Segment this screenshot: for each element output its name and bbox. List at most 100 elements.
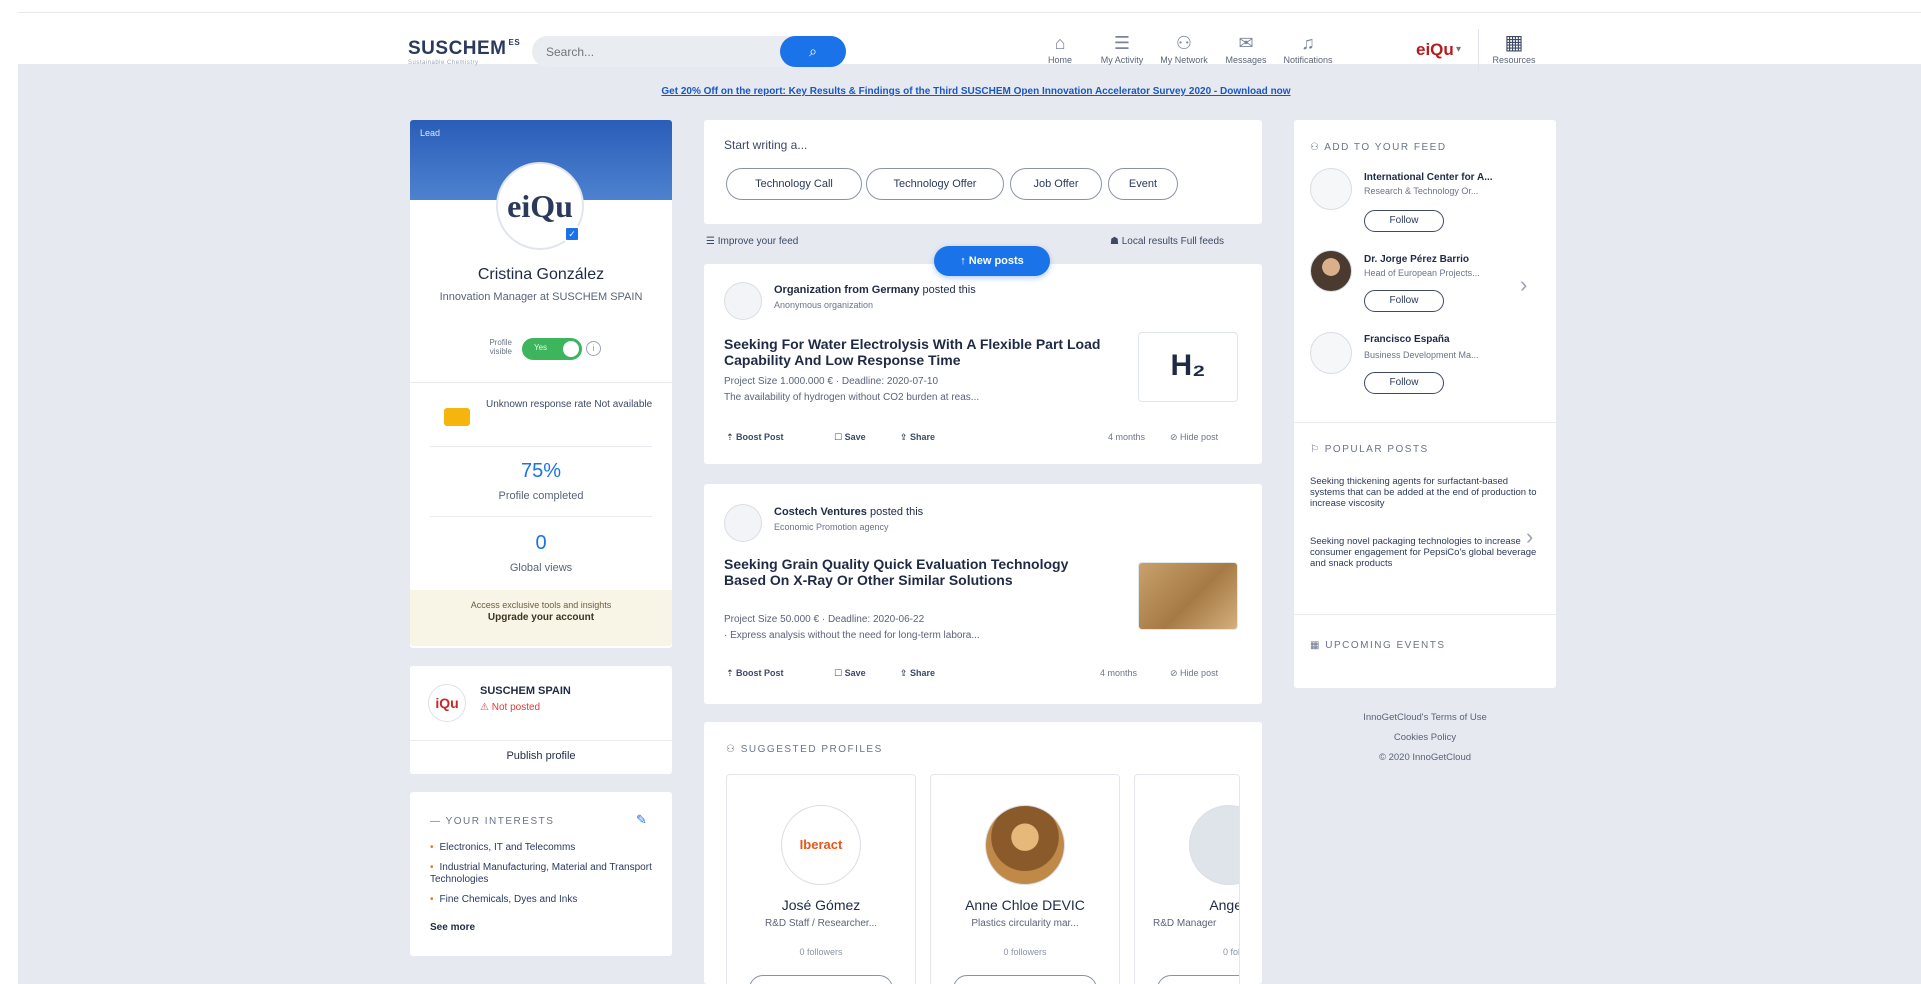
response-rate-icon (444, 408, 470, 426)
add-to-feed-title: ⚇ Add to your feed (1310, 142, 1447, 153)
follow-button[interactable]: Follow (1364, 372, 1444, 394)
search-input[interactable] (544, 36, 774, 67)
suggested-profile-name[interactable]: Anne Chloe DEVIC (931, 897, 1119, 913)
new-posts-button[interactable]: ↑ New posts (934, 246, 1050, 276)
upgrade-banner[interactable]: Access exclusive tools and insights Upgr… (410, 590, 672, 646)
save-button[interactable]: ☐ Save (834, 432, 866, 443)
popular-posts-title: ⚐ Popular posts (1310, 444, 1429, 455)
activity-icon: ☰ (1113, 33, 1131, 53)
suggested-profile-avatar[interactable] (1189, 805, 1239, 885)
right-sidebar-card: ⚇ Add to your feed International Center … (1294, 120, 1556, 688)
interest-item[interactable]: Electronics, IT and Telecomms (430, 842, 652, 854)
share-button[interactable]: ⇪ Share (900, 432, 935, 443)
hide-post-button[interactable]: ⊘ Hide post (1170, 432, 1218, 443)
cookies-policy-link[interactable]: Cookies Policy (1294, 732, 1556, 743)
save-button[interactable]: ☐ Save (834, 668, 866, 679)
logo[interactable]: SUSCHEM ES Sustainable Chemistry (408, 38, 520, 66)
profile-visible-label: Profile visible (489, 338, 512, 356)
feed-suggestion-name[interactable]: Francisco España (1364, 334, 1524, 345)
feed-suggestion-avatar[interactable] (1310, 250, 1352, 292)
suggested-profile-name[interactable]: José Gómez (727, 897, 915, 913)
improve-feed-link[interactable]: ☰ Improve your feed (706, 236, 798, 247)
publish-profile-button[interactable]: Publish profile (410, 740, 672, 770)
follow-button[interactable] (749, 975, 893, 984)
upcoming-events-title: ▦ Upcoming events (1310, 640, 1446, 651)
profile-name[interactable]: Cristina González (410, 266, 672, 284)
boost-post-button[interactable]: ⇡ Boost Post (726, 668, 784, 679)
feed-suggestion-role: Research & Technology Or... (1364, 186, 1479, 196)
chevron-right-icon[interactable]: › (1526, 524, 1533, 550)
global-views-value[interactable]: 0 (410, 532, 672, 555)
suggested-profile[interactable]: Angel Ia R&D Manager 0 follo (1134, 774, 1240, 984)
boost-post-button[interactable]: ⇡ Boost Post (726, 432, 784, 443)
hide-post-button[interactable]: ⊘ Hide post (1170, 668, 1218, 679)
interest-item[interactable]: Industrial Manufacturing, Material and T… (430, 862, 652, 886)
feed-suggestion-avatar[interactable] (1310, 168, 1352, 210)
post-author[interactable]: Costech Ventures posted this (774, 506, 923, 518)
post-description: The availability of hydrogen without CO2… (724, 392, 980, 403)
chevron-down-icon[interactable]: ▾ (1456, 44, 1461, 55)
feed-suggestion-name[interactable]: Dr. Jorge Pérez Barrio (1364, 254, 1524, 265)
user-avatar[interactable]: eiQu (1416, 36, 1454, 64)
event-button[interactable]: Event (1108, 168, 1178, 200)
feed-suggestion-avatar[interactable] (1310, 332, 1352, 374)
post-author-avatar[interactable] (724, 504, 762, 542)
profile-completed-label: Profile completed (498, 490, 584, 502)
post-image[interactable]: H₂ (1138, 332, 1238, 402)
organization-card: iQu SUSCHEM SPAIN ⚠ Not posted Publish p… (410, 666, 672, 774)
search-button[interactable]: ⌕ (780, 36, 846, 67)
interest-item[interactable]: Fine Chemicals, Dyes and Inks (430, 894, 652, 906)
terms-link[interactable]: InnoGetCloud's Terms of Use (1294, 712, 1556, 723)
suggested-profile[interactable]: Anne Chloe DEVIC Plastics circularity ma… (930, 774, 1120, 984)
feed-filter[interactable]: ☗ Local results Full feeds (1110, 236, 1224, 247)
suggested-profile-followers: 0 followers (799, 947, 843, 957)
profile-role: Innovation Manager at SUSCHEM SPAIN (439, 291, 643, 303)
org-logo[interactable]: iQu (428, 684, 466, 722)
nav-home[interactable]: ⌂ Home (1030, 31, 1090, 65)
job-offer-button[interactable]: Job Offer (1010, 168, 1102, 200)
edit-icon[interactable]: ✎ (636, 812, 647, 828)
post-meta: Project Size 50.000 € · Deadline: 2020-0… (724, 614, 925, 625)
post-card[interactable]: Costech Ventures posted this Economic Pr… (704, 484, 1262, 704)
suggested-profile-avatar[interactable] (985, 805, 1065, 885)
post-author[interactable]: Organization from Germany posted this (774, 284, 976, 296)
post-time: 4 months (1100, 668, 1138, 678)
post-image[interactable] (1138, 562, 1238, 630)
nav-notifications[interactable]: ♫ Notifications (1278, 31, 1338, 65)
search-icon: ⌕ (809, 43, 817, 59)
messages-icon: ✉ (1238, 33, 1254, 53)
profile-completed-value[interactable]: 75% (410, 460, 672, 483)
feed-suggestion-name[interactable]: International Center for A... (1364, 172, 1524, 183)
suggested-profile[interactable]: Iberact José Gómez R&D Staff / Researche… (726, 774, 916, 984)
popular-post-link[interactable]: Seeking thickening agents for surfactant… (1310, 476, 1542, 509)
follow-button[interactable]: Follow (1364, 290, 1444, 312)
suggested-profile-name[interactable]: Angel Ia (1135, 897, 1239, 913)
org-name[interactable]: SUSCHEM SPAIN (480, 685, 571, 697)
see-more-link[interactable]: See more (430, 922, 475, 933)
technology-call-button[interactable]: Technology Call (726, 168, 862, 200)
post-title[interactable]: Seeking For Water Electrolysis With A Fl… (724, 336, 1114, 368)
post-time: 4 months (1108, 432, 1146, 442)
post-card[interactable]: Organization from Germany posted this An… (704, 264, 1262, 464)
promo-banner-link[interactable]: Get 20% Off on the report: Key Results &… (576, 86, 1376, 97)
follow-button[interactable] (953, 975, 1097, 984)
post-title[interactable]: Seeking Grain Quality Quick Evaluation T… (724, 556, 1114, 588)
technology-offer-button[interactable]: Technology Offer (866, 168, 1004, 200)
upgrade-link[interactable]: Upgrade your account (410, 612, 672, 623)
nav-messages[interactable]: ✉ Messages (1216, 31, 1276, 65)
share-button[interactable]: ⇪ Share (900, 668, 935, 679)
nav-my-network[interactable]: ⚇ My Network (1154, 31, 1214, 65)
resources-menu[interactable]: ▦ Resources (1484, 31, 1544, 65)
chevron-right-icon[interactable]: › (1520, 272, 1527, 298)
composer-card: Start writing a... Technology Call Techn… (704, 120, 1262, 224)
post-author-avatar[interactable] (724, 282, 762, 320)
nav-my-activity[interactable]: ☰ My Activity (1092, 31, 1152, 65)
profile-visible-toggle[interactable]: Yes (522, 338, 582, 360)
follow-button[interactable] (1157, 975, 1239, 984)
suggested-profile-avatar[interactable]: Iberact (781, 805, 861, 885)
follow-button[interactable]: Follow (1364, 210, 1444, 232)
info-icon[interactable]: i (586, 341, 601, 356)
response-rate-text: Unknown response rate Not available (486, 399, 653, 410)
popular-post-link[interactable]: Seeking novel packaging technologies to … (1310, 536, 1542, 569)
global-views-label: Global views (509, 562, 573, 574)
